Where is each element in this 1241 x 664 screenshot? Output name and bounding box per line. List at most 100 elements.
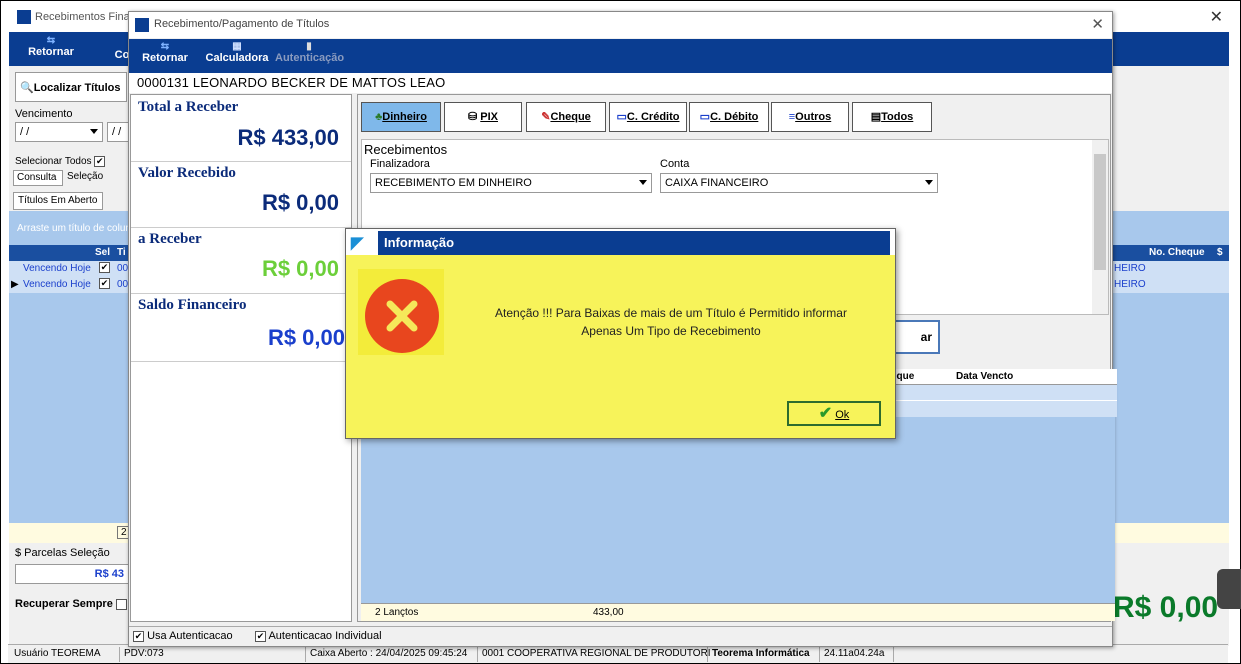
tab-cheque[interactable]: ✎Cheque (526, 102, 606, 132)
finalizadora-select[interactable]: RECEBIMENTO EM DINHEIRO (370, 173, 652, 193)
close-icon[interactable]: ✕ (1210, 7, 1223, 27)
row-forma: HEIRO (1114, 263, 1146, 274)
row-code: 00 (117, 279, 129, 290)
tab-consulta[interactable]: Consulta (13, 170, 63, 186)
grid-icon: ▤ (870, 111, 882, 123)
column-no-cheque[interactable]: No. Cheque (1149, 247, 1205, 258)
conta-label: Conta (660, 158, 690, 170)
status-pdv: PDV:073 (120, 647, 306, 662)
vencimento-label: Vencimento (15, 108, 73, 120)
group-hint: Arraste um título de colun (17, 223, 131, 234)
recebimentos-title: Recebimentos (364, 142, 448, 157)
table-row[interactable] (881, 385, 1117, 401)
dialog-title-bar: Recebimento/Pagamento de Títulos ✕ (129, 12, 1112, 38)
footer-total: 433,00 (593, 607, 624, 618)
row-forma: HEIRO (1114, 279, 1146, 290)
usa-autenticacao-checkbox[interactable]: ✔ Usa Autenticacao (133, 630, 233, 642)
status-teorema: Teorema Informática (708, 647, 820, 662)
total-a-receber-label: Total a Receber (138, 99, 239, 115)
check-icon: ✔ (818, 405, 833, 422)
lancamentos-header: eque Data Vencto (881, 369, 1117, 385)
dialog-toolbar: ⇆ Retornar ▦ Calculadora ▮ Autenticação (129, 39, 1112, 73)
info-message: Atenção !!! Para Baixas de mais de um Tí… (456, 304, 886, 340)
row-code: 00 (117, 263, 129, 274)
info-message-line1: Atenção !!! Para Baixas de mais de um Tí… (495, 306, 847, 320)
info-modal: ◤ Informação Atenção !!! Para Baixas de … (345, 228, 896, 439)
autenticacao-individual-checkbox[interactable]: ✔ Autenticacao Individual (255, 630, 382, 642)
finalizadora-label: Finalizadora (370, 158, 430, 170)
autenticacao-button[interactable]: ▮ Autenticação (275, 41, 345, 64)
ok-button[interactable]: ✔ Ok (787, 401, 881, 426)
tab-titulos-em-aberto[interactable]: Títulos Em Aberto (13, 192, 103, 210)
dialog-title: Recebimento/Pagamento de Títulos (154, 18, 330, 30)
return-icon: ⇆ (46, 35, 56, 46)
status-versao: 24.11a04.24a (820, 647, 894, 662)
row-pointer-icon: ▶ (11, 279, 19, 290)
retornar-button[interactable]: ⇆ Retornar (21, 35, 81, 58)
total-a-receber-value: R$ 433,00 (237, 125, 339, 150)
column-sel[interactable]: Sel (95, 247, 110, 258)
info-title: Informação (378, 231, 890, 255)
status-caixa: Caixa Aberto : 24/04/2025 09:45:24 (306, 647, 478, 662)
app-icon (17, 10, 31, 24)
column-data-vencto[interactable]: Data Vencto (956, 371, 1013, 382)
recuperar-sempre-checkbox[interactable]: Recuperar Sempre (15, 598, 127, 610)
a-receber-value: R$ 0,00 (261, 256, 339, 281)
row-status: Vencendo Hoje (23, 263, 91, 274)
conta-select[interactable]: CAIXA FINANCEIRO (660, 173, 938, 193)
retornar-label: Retornar (28, 46, 74, 58)
dialog-bottom-bar: ✔ Usa Autenticacao ✔ Autenticacao Indivi… (129, 626, 1112, 646)
saldo-financeiro-value: R$ 0,00 (267, 325, 345, 350)
card-icon: ▭ (616, 111, 627, 123)
status-usuario: Usuário TEOREMA (10, 647, 120, 662)
close-icon[interactable]: ✕ (1091, 15, 1104, 33)
tab-outros[interactable]: ≡Outros (771, 102, 849, 132)
status-coop: 0001 COOPERATIVA REGIONAL DE PRODUTORI (478, 647, 711, 662)
retornar-button[interactable]: ⇆ Retornar (137, 41, 193, 64)
scrollbar-thumb[interactable] (1094, 154, 1106, 270)
table-row[interactable] (881, 401, 1117, 417)
vencimento-to-field[interactable]: / / (107, 122, 129, 142)
tab-credito[interactable]: ▭C. Crédito (609, 102, 687, 132)
logo-icon: ◤ (351, 235, 364, 252)
app-icon (135, 18, 149, 32)
column-ti[interactable]: Ti (117, 247, 126, 258)
valor-recebido-label: Valor Recebido (138, 165, 236, 181)
a-receber-label: a Receber (138, 231, 202, 247)
tab-todos[interactable]: ▤Todos (852, 102, 932, 132)
pix-icon: ⛁ (467, 111, 478, 123)
tab-selecao[interactable]: Seleção (64, 170, 109, 186)
big-value: R$ 0,00 (1113, 591, 1219, 624)
side-handle[interactable] (1217, 569, 1241, 609)
card-icon: ▭ (699, 111, 711, 123)
valor-recebido-value: R$ 0,00 (261, 190, 339, 215)
search-icon: 🔍 (20, 82, 34, 94)
tab-debito[interactable]: ▭C. Débito (689, 102, 769, 132)
tab-pix[interactable]: ⛁ PIX (444, 102, 522, 132)
calculator-icon: ▦ (232, 41, 242, 52)
column-dollar[interactable]: $ (1217, 247, 1223, 258)
info-message-line2: Apenas Um Tipo de Recebimento (581, 324, 761, 338)
saldo-financeiro-label: Saldo Financeiro (138, 297, 247, 313)
return-icon: ⇆ (160, 41, 170, 52)
lancamentos-footer: 2 Lançtos 433,00 (361, 603, 1115, 621)
parcelas-label: $ Parcelas Seleção (15, 547, 110, 559)
tab-dinheiro[interactable]: ♣Dinheiro (361, 102, 441, 132)
scrollbar[interactable] (1092, 140, 1108, 314)
vencimento-from-field[interactable]: / / (15, 122, 103, 142)
document-icon: ▮ (306, 41, 312, 52)
calculadora-label: Calculadora (205, 52, 269, 64)
row-status: Vencendo Hoje (23, 279, 91, 290)
footer-count: 2 Lançtos (375, 607, 419, 618)
selecionar-todos-checkbox[interactable]: Selecionar Todos ✔ (15, 156, 106, 167)
retornar-label: Retornar (142, 52, 188, 64)
autenticacao-label: Autenticação (275, 52, 345, 64)
ok-label: Ok (835, 409, 850, 421)
error-icon (365, 279, 439, 353)
localizar-label: Localizar Títulos (33, 82, 121, 94)
client-name: 0000131 LEONARDO BECKER DE MATTOS LEAO (129, 73, 1112, 93)
parcelas-value: R$ 43 (15, 564, 129, 584)
localizar-titulos-button[interactable]: 🔍Localizar Títulos (15, 72, 127, 102)
info-title-bar: ◤ Informação (346, 229, 895, 255)
calculadora-button[interactable]: ▦ Calculadora (205, 41, 269, 64)
